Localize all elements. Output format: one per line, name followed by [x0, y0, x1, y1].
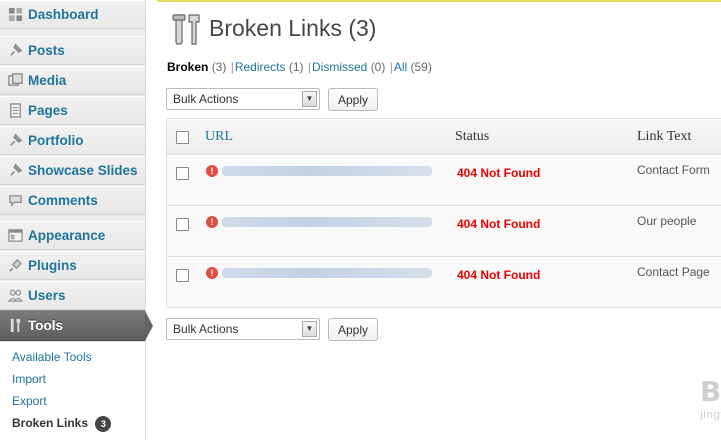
apply-button-bottom[interactable]: Apply: [328, 318, 378, 341]
menu-plugins-label: Plugins: [28, 258, 77, 273]
status-text: 404 Not Found: [457, 268, 541, 282]
comments-icon: [7, 193, 23, 209]
bulk-actions-value: Bulk Actions: [173, 322, 239, 336]
menu-media-label: Media: [28, 73, 67, 88]
page-title: Broken Links (3): [209, 15, 377, 41]
submenu-export[interactable]: Export: [0, 390, 145, 412]
row-checkbox[interactable]: [176, 167, 189, 180]
menu-comments[interactable]: Comments: [0, 186, 145, 215]
filter-broken-count: (3): [211, 60, 227, 74]
submenu-import[interactable]: Import: [0, 368, 145, 390]
bulk-actions-select-top[interactable]: Bulk Actions ▼: [166, 88, 320, 110]
filter-all[interactable]: All: [394, 60, 407, 74]
menu-posts[interactable]: Posts: [0, 36, 145, 65]
pin-icon: [7, 43, 23, 59]
tools-icon: [7, 318, 23, 334]
select-all-checkbox[interactable]: [176, 131, 189, 144]
pin-icon: [7, 133, 23, 149]
status-filter-links: Broken (3) |Redirects (1) |Dismissed (0)…: [167, 60, 432, 74]
menu-showcase-slides[interactable]: Showcase Slides: [0, 156, 145, 185]
menu-comments-label: Comments: [28, 193, 98, 208]
menu-dashboard-label: Dashboard: [28, 7, 99, 22]
chevron-down-icon: ▼: [302, 91, 317, 107]
status-text: 404 Not Found: [457, 166, 541, 180]
bulk-actions-select-bottom[interactable]: Bulk Actions ▼: [166, 318, 320, 340]
notice-border: [157, 0, 721, 2]
column-status: Status: [455, 129, 490, 144]
main-content: Broken Links (3) Broken (3) |Redirects (…: [147, 0, 721, 440]
menu-dashboard[interactable]: Dashboard: [0, 0, 145, 29]
menu-showcase-slides-label: Showcase Slides: [28, 163, 138, 178]
filter-dismissed-count: (0): [370, 60, 386, 74]
tools-submenu: Available Tools Import Export Broken Lin…: [0, 341, 145, 440]
error-icon: !: [206, 216, 218, 228]
watermark-url: jingyan.baidu.com: [700, 408, 721, 421]
menu-tools-label: Tools: [28, 318, 63, 333]
filter-dismissed[interactable]: Dismissed: [312, 60, 367, 74]
menu-media[interactable]: Media: [0, 66, 145, 95]
submenu-broken-links[interactable]: Broken Links 3: [0, 412, 145, 434]
link-text: Our people: [637, 214, 697, 228]
table-row: ! 404 Not Found Contact Form: [167, 155, 721, 206]
menu-pages-label: Pages: [28, 103, 68, 118]
error-icon: !: [206, 165, 218, 177]
plugins-icon: [7, 258, 23, 274]
chevron-down-icon: ▼: [302, 321, 317, 337]
filter-redirects[interactable]: Redirects: [235, 60, 286, 74]
menu-plugins[interactable]: Plugins: [0, 251, 145, 280]
filter-all-count: (59): [410, 60, 432, 74]
menu-appearance-label: Appearance: [28, 228, 106, 243]
appearance-icon: [7, 228, 23, 244]
dashboard-icon: [7, 7, 23, 23]
baidu-watermark: Baidu经验 jingyan.baidu.com: [700, 370, 721, 430]
broken-links-table: URL Status Link Text ! 404 Not Found Con…: [166, 118, 721, 308]
apply-button-top[interactable]: Apply: [328, 88, 378, 111]
menu-portfolio[interactable]: Portfolio: [0, 126, 145, 155]
pin-icon: [7, 163, 23, 179]
media-icon: [7, 73, 23, 89]
blurred-url-link[interactable]: [222, 166, 432, 176]
pages-icon: [7, 103, 23, 119]
row-checkbox[interactable]: [176, 269, 189, 282]
tools-icon: [171, 13, 203, 46]
broken-links-count-badge: 3: [95, 415, 112, 432]
filter-redirects-count: (1): [288, 60, 304, 74]
blurred-url-link[interactable]: [222, 217, 432, 227]
column-url[interactable]: URL: [205, 129, 233, 145]
menu-users-label: Users: [28, 288, 66, 303]
table-header: URL Status Link Text: [167, 119, 721, 155]
row-checkbox[interactable]: [176, 218, 189, 231]
link-text: Contact Form: [637, 163, 710, 177]
bulk-actions-value: Bulk Actions: [173, 92, 239, 106]
table-row: ! 404 Not Found Our people: [167, 206, 721, 257]
status-text: 404 Not Found: [457, 217, 541, 231]
table-row: ! 404 Not Found Contact Page: [167, 257, 721, 307]
menu-users[interactable]: Users: [0, 281, 145, 310]
menu-tools[interactable]: Tools: [0, 310, 153, 341]
menu-posts-label: Posts: [28, 43, 65, 58]
admin-sidebar: Dashboard Posts Media Pages Portfolio Sh…: [0, 0, 153, 440]
column-link-text: Link Text: [637, 129, 692, 144]
users-icon: [7, 288, 23, 304]
menu-pages[interactable]: Pages: [0, 96, 145, 125]
filter-broken[interactable]: Broken: [167, 60, 208, 74]
menu-appearance[interactable]: Appearance: [0, 221, 145, 250]
watermark-logo: Baidu经验: [700, 375, 721, 408]
error-icon: !: [206, 267, 218, 279]
submenu-available-tools[interactable]: Available Tools: [0, 346, 145, 368]
link-text: Contact Page: [637, 265, 710, 279]
submenu-broken-links-label: Broken Links: [12, 416, 89, 430]
menu-portfolio-label: Portfolio: [28, 133, 84, 148]
blurred-url-link[interactable]: [222, 268, 432, 278]
